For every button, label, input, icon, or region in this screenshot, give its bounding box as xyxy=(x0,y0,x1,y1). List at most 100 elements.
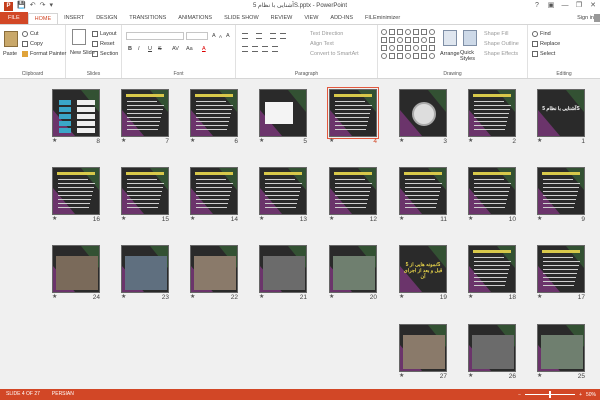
change-case-button[interactable]: Aa xyxy=(186,45,193,53)
select-button[interactable]: Select xyxy=(532,50,555,58)
shape-item[interactable] xyxy=(413,29,419,35)
tab-file[interactable]: FILE xyxy=(0,12,28,24)
find-button[interactable]: Find xyxy=(532,30,551,38)
tab-animations[interactable]: ANIMATIONS xyxy=(172,13,218,24)
shrink-font-button[interactable]: A xyxy=(219,33,222,41)
tab-transitions[interactable]: TRANSITIONS xyxy=(123,13,172,24)
shape-item[interactable] xyxy=(421,37,427,43)
tab-slide-show[interactable]: SLIDE SHOW xyxy=(218,13,265,24)
slide-preview[interactable] xyxy=(259,167,307,215)
shapes-gallery[interactable] xyxy=(381,29,435,63)
slide-preview[interactable] xyxy=(468,324,516,372)
language-status[interactable]: PERSIAN xyxy=(46,389,80,400)
shape-item[interactable] xyxy=(429,37,435,43)
slide-thumbnail-12[interactable]: ★ 12 xyxy=(329,167,377,223)
shape-item[interactable] xyxy=(413,37,419,43)
shape-item[interactable] xyxy=(381,45,387,51)
arrange-button[interactable]: Arrange xyxy=(440,50,460,58)
slide-transition-icon[interactable]: ★ xyxy=(537,216,542,223)
slide-transition-icon[interactable]: ★ xyxy=(190,294,195,301)
zoom-slider[interactable] xyxy=(525,391,576,398)
cut-button[interactable]: Cut xyxy=(22,30,39,38)
slide-thumbnail-8[interactable]: ★ 8 xyxy=(52,89,100,145)
clear-formatting-button[interactable]: A xyxy=(226,32,230,40)
redo-icon[interactable]: ↷ xyxy=(40,0,46,12)
customize-qat-icon[interactable]: ▾ xyxy=(49,0,53,12)
slide-transition-icon[interactable]: ★ xyxy=(52,216,57,223)
slide-preview[interactable] xyxy=(259,89,307,137)
shape-item[interactable] xyxy=(421,53,427,59)
paste-button[interactable]: Paste xyxy=(3,50,17,58)
slide-thumbnail-9[interactable]: ★ 9 xyxy=(537,167,585,223)
slide-transition-icon[interactable]: ★ xyxy=(399,373,404,380)
slide-thumbnail-23[interactable]: ★ 23 xyxy=(121,245,169,301)
slide-thumbnail-27[interactable]: ★ 27 xyxy=(399,324,447,380)
increase-indent-icon[interactable] xyxy=(280,33,286,39)
shape-item[interactable] xyxy=(421,29,427,35)
slide-preview[interactable] xyxy=(537,167,585,215)
slide-thumbnail-6[interactable]: ★ 6 xyxy=(190,89,238,145)
tab-add-ins[interactable]: ADD-INS xyxy=(324,13,359,24)
zoom-in-button[interactable]: + xyxy=(579,392,582,398)
tab-home[interactable]: HOME xyxy=(27,13,59,24)
slide-transition-icon[interactable]: ★ xyxy=(399,138,404,145)
slide-transition-icon[interactable]: ★ xyxy=(52,138,57,145)
convert-to-smartart-button[interactable]: Convert to SmartArt xyxy=(310,50,359,58)
shape-item[interactable] xyxy=(389,53,395,59)
slide-preview[interactable] xyxy=(52,245,100,293)
slide-preview[interactable] xyxy=(468,245,516,293)
slide-thumbnail-17[interactable]: ★ 17 xyxy=(537,245,585,301)
slide-preview[interactable] xyxy=(52,167,100,215)
decrease-indent-icon[interactable] xyxy=(270,33,276,39)
shape-item[interactable] xyxy=(389,37,395,43)
shape-item[interactable] xyxy=(381,37,387,43)
slide-thumbnail-24[interactable]: ★ 24 xyxy=(52,245,100,301)
slide-transition-icon[interactable]: ★ xyxy=(52,294,57,301)
shape-item[interactable] xyxy=(389,29,395,35)
font-size-box[interactable] xyxy=(186,32,208,40)
shape-item[interactable] xyxy=(429,53,435,59)
slide-thumbnail-3[interactable]: ★ 3 xyxy=(399,89,447,145)
slide-thumbnail-25[interactable]: ★ 25 xyxy=(537,324,585,380)
slide-thumbnail-14[interactable]: ★ 14 xyxy=(190,167,238,223)
slide-transition-icon[interactable]: ★ xyxy=(537,138,542,145)
shape-item[interactable] xyxy=(413,45,419,51)
shape-item[interactable] xyxy=(397,37,403,43)
bold-button[interactable]: B xyxy=(128,45,132,53)
slide-preview[interactable] xyxy=(537,324,585,372)
shape-fill-button[interactable]: Shape Fill xyxy=(484,30,508,38)
slide-thumbnail-26[interactable]: ★ 26 xyxy=(468,324,516,380)
shape-item[interactable] xyxy=(429,45,435,51)
replace-button[interactable]: Replace xyxy=(532,40,560,48)
slide-preview[interactable] xyxy=(468,167,516,215)
slide-transition-icon[interactable]: ★ xyxy=(259,216,264,223)
slide-transition-icon[interactable]: ★ xyxy=(537,373,542,380)
align-text-button[interactable]: Align Text xyxy=(310,40,334,48)
bullets-icon[interactable] xyxy=(242,33,248,39)
save-icon[interactable]: 💾 xyxy=(17,0,26,12)
shape-item[interactable] xyxy=(405,29,411,35)
slide-transition-icon[interactable]: ★ xyxy=(468,216,473,223)
shape-outline-button[interactable]: Shape Outline xyxy=(484,40,519,48)
zoom-level[interactable]: 50% xyxy=(586,392,596,398)
slide-thumbnail-2[interactable]: ★ 2 xyxy=(468,89,516,145)
slide-preview[interactable] xyxy=(399,167,447,215)
slide-transition-icon[interactable]: ★ xyxy=(329,294,334,301)
slide-transition-icon[interactable]: ★ xyxy=(329,216,334,223)
quick-styles-button[interactable]: Quick Styles xyxy=(460,50,482,62)
slide-thumbnail-5[interactable]: ★ 5 xyxy=(259,89,307,145)
slide-preview[interactable] xyxy=(121,245,169,293)
slide-transition-icon[interactable]: ★ xyxy=(399,216,404,223)
restore-button[interactable]: ❐ xyxy=(572,0,586,12)
slide-transition-icon[interactable]: ★ xyxy=(190,216,195,223)
minimize-button[interactable]: — xyxy=(558,0,572,12)
strikethrough-button[interactable]: S xyxy=(158,45,162,53)
shape-item[interactable] xyxy=(381,53,387,59)
slide-thumbnail-19[interactable]: نمونه هایی از 5S قبل و بعد از اجرای آن ★ 1… xyxy=(399,245,447,301)
slide-preview[interactable] xyxy=(190,167,238,215)
copy-button[interactable]: Copy xyxy=(22,40,43,48)
shape-item[interactable] xyxy=(405,53,411,59)
shape-item[interactable] xyxy=(397,53,403,59)
slide-thumbnail-11[interactable]: ★ 11 xyxy=(399,167,447,223)
slide-transition-icon[interactable]: ★ xyxy=(259,138,264,145)
